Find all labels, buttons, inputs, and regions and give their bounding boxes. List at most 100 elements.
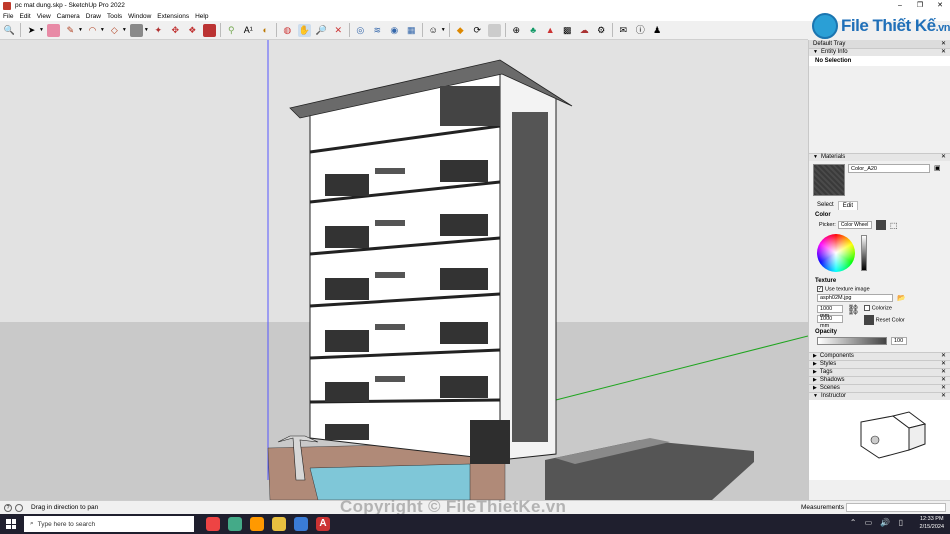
shape-icon[interactable]: ◇ xyxy=(108,24,121,37)
panel-scenes[interactable]: Scenes xyxy=(820,385,840,391)
menu-draw[interactable]: Draw xyxy=(86,13,101,20)
eraser-icon[interactable] xyxy=(46,23,60,37)
scale-icon[interactable] xyxy=(202,23,216,37)
tray-close-icon[interactable]: ✕ xyxy=(941,40,946,48)
menu-camera[interactable]: Camera xyxy=(57,13,80,20)
sync-icon[interactable]: ⟳ xyxy=(471,24,484,37)
taskbar-app-icon-5[interactable] xyxy=(294,517,308,531)
pan-icon[interactable]: ✋ xyxy=(297,23,311,37)
minimize-button[interactable]: – xyxy=(890,0,910,11)
system-tray-icons[interactable]: ⌃ ▭ 🔊 ▯ xyxy=(850,518,906,527)
tab-edit[interactable]: Edit xyxy=(837,201,859,210)
sandbox-icon[interactable]: ◎ xyxy=(354,24,367,37)
menu-edit[interactable]: Edit xyxy=(19,13,30,20)
cloud-icon[interactable]: ☁ xyxy=(578,24,591,37)
menu-view[interactable]: View xyxy=(37,13,51,20)
color-wheel[interactable] xyxy=(817,234,855,272)
picker-select[interactable]: Color Wheel xyxy=(837,221,872,229)
chrome-icon[interactable] xyxy=(228,517,242,531)
zoom-extents-icon[interactable]: ✕ xyxy=(332,24,345,37)
rotate-icon[interactable]: ❖ xyxy=(186,24,199,37)
scenes-close-icon[interactable]: ✕ xyxy=(941,385,946,392)
materials-close-icon[interactable]: ✕ xyxy=(941,154,946,161)
autocad-icon[interactable]: A xyxy=(316,517,330,531)
user-icon[interactable]: ☺ xyxy=(427,24,440,37)
smoove-icon[interactable]: ≋ xyxy=(371,24,384,37)
push-pull-icon[interactable] xyxy=(129,23,143,37)
measurements-field[interactable] xyxy=(846,503,946,512)
panel-styles[interactable]: Styles xyxy=(820,361,836,367)
drape-icon[interactable]: ▦ xyxy=(405,24,418,37)
maximize-button[interactable]: ❐ xyxy=(910,0,930,11)
tape-measure-icon[interactable]: ⚲ xyxy=(225,24,238,37)
3d-viewport[interactable] xyxy=(0,40,808,500)
menu-tools[interactable]: Tools xyxy=(107,13,122,20)
balcony-3b xyxy=(440,268,488,290)
brightness-slider[interactable] xyxy=(861,235,867,271)
search-icon[interactable]: 🔍 xyxy=(3,24,16,37)
create-material-icon[interactable]: ▣ xyxy=(934,164,941,172)
entity-info-close-icon[interactable]: ✕ xyxy=(941,49,946,56)
ruby-icon[interactable]: ▲ xyxy=(544,24,557,37)
use-texture-checkbox[interactable]: ✓ xyxy=(817,286,823,292)
warehouse-icon[interactable]: ◆ xyxy=(454,24,467,37)
panel-instructor[interactable]: Instructor xyxy=(821,393,846,399)
panel-shadows[interactable]: Shadows xyxy=(820,377,845,383)
tree-icon[interactable]: ♣ xyxy=(527,24,540,37)
layout-icon[interactable] xyxy=(487,23,501,37)
texture-file-field[interactable]: asph02M.jpg xyxy=(817,294,893,303)
orbit-icon[interactable]: ◍ xyxy=(281,24,294,37)
help-icon[interactable]: ? xyxy=(4,503,12,512)
close-button[interactable]: ✕ xyxy=(930,0,950,11)
match-color-icon[interactable]: ⬚ xyxy=(890,221,898,230)
colorize-checkbox[interactable] xyxy=(863,305,870,312)
material-name-field[interactable]: Color_A20 xyxy=(848,164,930,173)
texture-height-field[interactable]: 1000 mm xyxy=(817,315,843,329)
tab-select[interactable]: Select xyxy=(813,201,838,210)
opacity-slider[interactable] xyxy=(817,336,887,345)
entity-info-title[interactable]: Entity Info xyxy=(821,49,848,55)
gear-icon[interactable]: ⚙ xyxy=(595,24,608,37)
stamp-icon[interactable]: ◉ xyxy=(388,24,401,37)
styles-close-icon[interactable]: ✕ xyxy=(941,361,946,368)
reset-color-swatch[interactable] xyxy=(863,314,874,325)
taskbar-search-box[interactable]: ⌕ Type here to search xyxy=(24,516,194,532)
windows-start-icon[interactable] xyxy=(6,519,16,529)
window-slits-2 xyxy=(375,220,405,226)
material-swatch[interactable] xyxy=(813,164,845,196)
checker-icon[interactable]: ▩ xyxy=(561,24,574,37)
texture-width-field[interactable]: 1000 mm xyxy=(817,305,843,319)
taskbar-app-icon-3[interactable] xyxy=(250,517,264,531)
lock-aspect-icon[interactable]: ⛓ xyxy=(847,305,860,324)
panel-components[interactable]: Components xyxy=(820,353,854,359)
file-explorer-icon[interactable] xyxy=(272,517,286,531)
mail-icon[interactable]: ✉ xyxy=(617,24,630,37)
info-icon[interactable]: ⓘ xyxy=(634,24,647,37)
person-icon[interactable]: ♟ xyxy=(651,24,664,37)
balcony-2b xyxy=(440,214,488,236)
menu-window[interactable]: Window xyxy=(128,13,151,20)
taskbar-clock[interactable]: 12:33 PM 2/15/2024 xyxy=(920,515,944,531)
arc-icon[interactable]: ◠ xyxy=(86,24,99,37)
menu-help[interactable]: Help xyxy=(195,13,208,20)
geo-location-icon[interactable] xyxy=(15,503,23,512)
move-icon[interactable]: ✥ xyxy=(169,24,182,37)
menu-extensions[interactable]: Extensions xyxy=(157,13,189,20)
offset-icon[interactable]: ✦ xyxy=(152,24,165,37)
menu-file[interactable]: File xyxy=(3,13,13,20)
select-tool-icon[interactable]: ➤ xyxy=(25,24,38,37)
shadows-close-icon[interactable]: ✕ xyxy=(941,377,946,384)
text-icon[interactable]: A¹ xyxy=(242,24,255,37)
zoom-icon[interactable]: 🔎 xyxy=(315,24,328,37)
tags-close-icon[interactable]: ✕ xyxy=(941,369,946,376)
materials-title[interactable]: Materials xyxy=(821,154,845,160)
pencil-icon[interactable]: ✎ xyxy=(64,24,77,37)
opacity-field[interactable]: 100 xyxy=(891,336,907,345)
taskbar-app-icon-1[interactable] xyxy=(206,517,220,531)
paint-bucket-icon[interactable]: ◐ xyxy=(259,24,272,37)
components-close-icon[interactable]: ✕ xyxy=(941,353,946,360)
add-icon[interactable]: ⊕ xyxy=(510,24,523,37)
browse-texture-icon[interactable]: 📂 xyxy=(897,294,906,302)
panel-tags[interactable]: Tags xyxy=(820,369,833,375)
instructor-close-icon[interactable]: ✕ xyxy=(941,393,946,400)
